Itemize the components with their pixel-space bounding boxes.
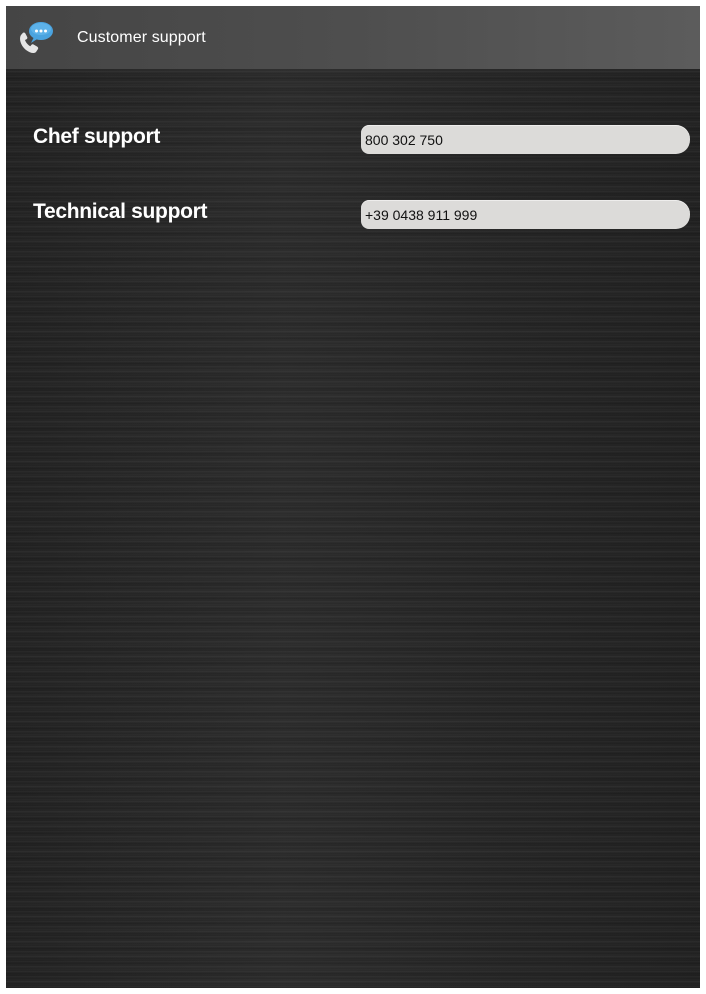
chef-support-number-field[interactable]: 800 302 750	[361, 125, 690, 154]
technical-support-label: Technical support	[33, 200, 208, 223]
title-bar: Customer support	[6, 6, 700, 69]
technical-support-number-field[interactable]: +39 0438 911 999	[361, 200, 690, 229]
customer-support-screen: Customer support Chef support 800 302 75…	[6, 6, 700, 988]
chef-support-label: Chef support	[33, 125, 161, 148]
support-chat-phone-icon	[17, 19, 55, 55]
page-title: Customer support	[77, 29, 206, 46]
